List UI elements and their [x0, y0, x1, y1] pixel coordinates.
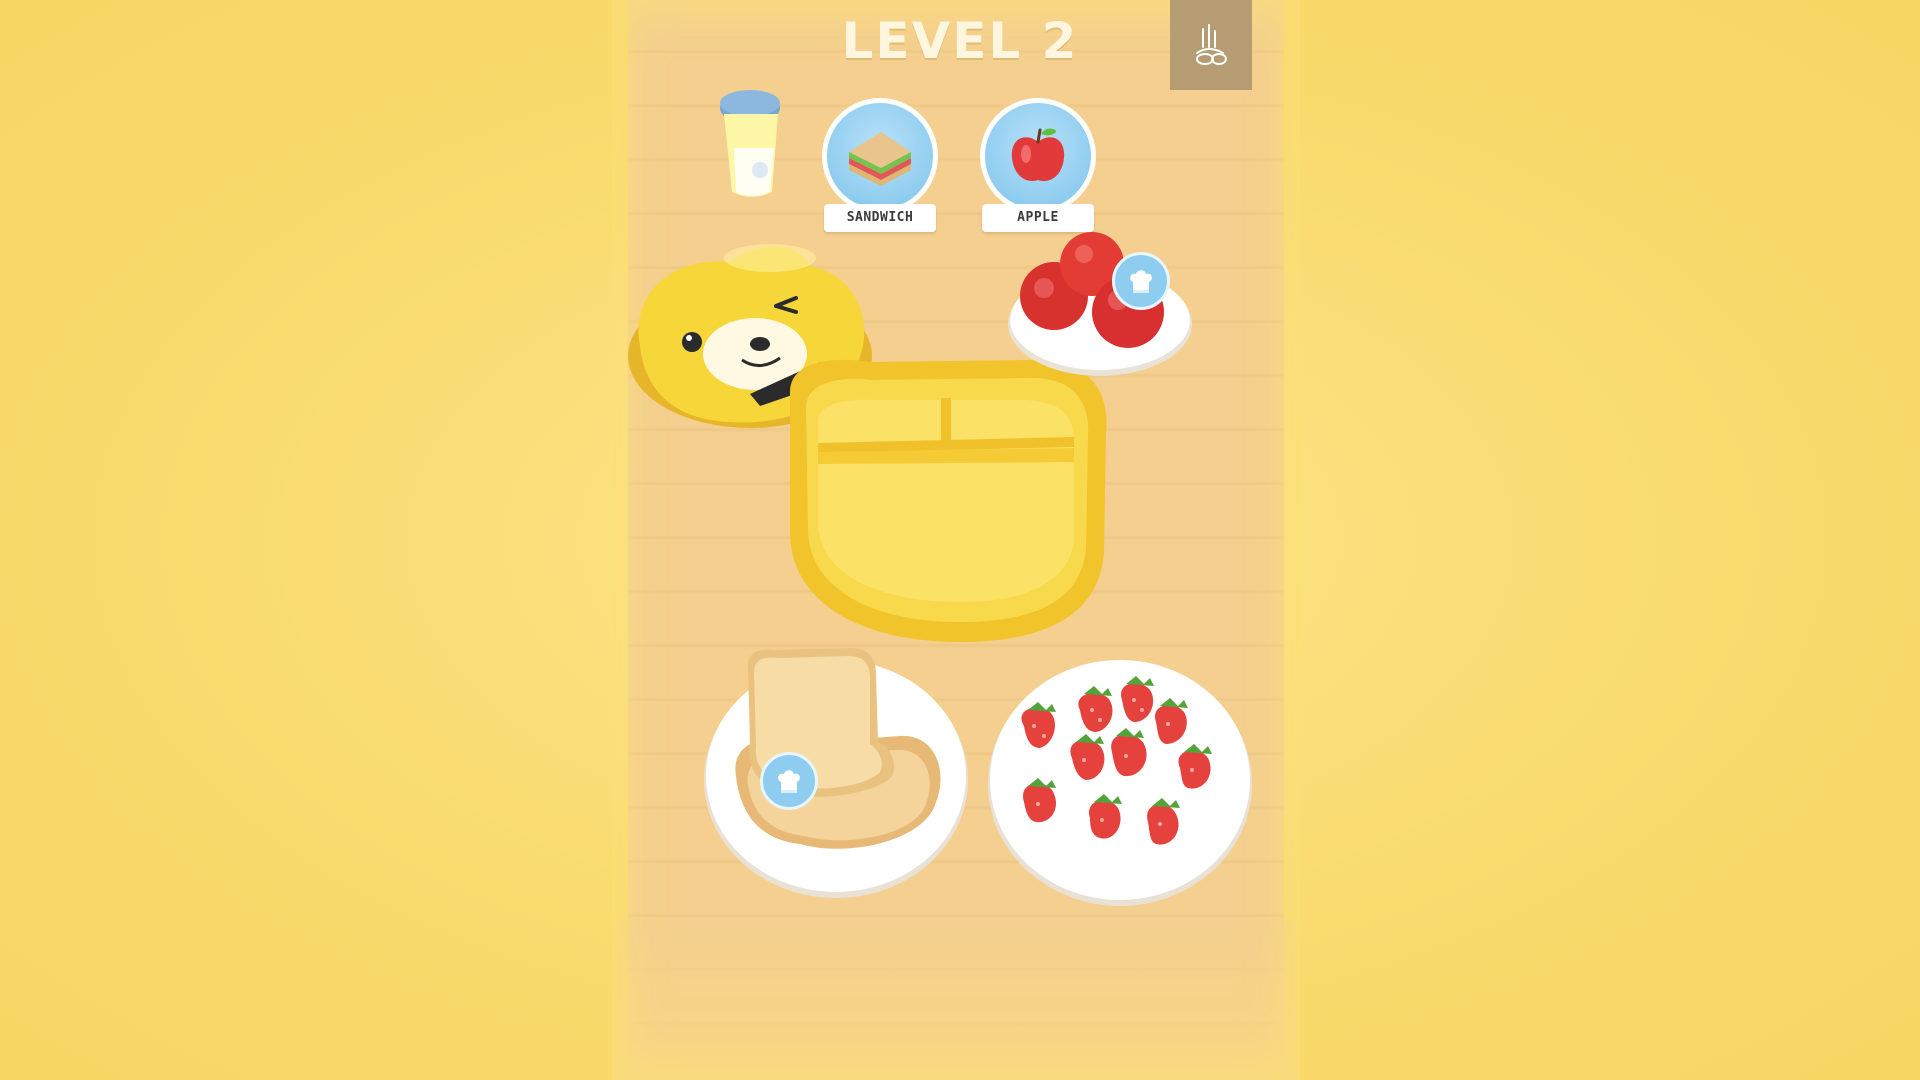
- order-apple: APPLE: [980, 98, 1100, 232]
- sandwich-icon: [849, 132, 911, 186]
- apple-icon: [1011, 128, 1065, 182]
- order-label: SANDWICH: [824, 204, 936, 232]
- settings-button[interactable]: [1170, 0, 1252, 90]
- order-bubble: [822, 98, 938, 214]
- chef-hat-icon: [1130, 270, 1152, 293]
- table-bottom-shade: [616, 920, 1296, 1080]
- bread-plate[interactable]: [700, 644, 972, 900]
- strawberry-plate[interactable]: [984, 652, 1256, 908]
- order-bubble: [980, 98, 1096, 214]
- chef-hat-badge: [1112, 252, 1170, 310]
- chef-hat-badge: [760, 752, 818, 810]
- settings-icon: [1196, 24, 1227, 65]
- chef-hat-icon: [778, 770, 800, 793]
- lunchbox-tray[interactable]: [770, 352, 1120, 648]
- order-sandwich: SANDWICH: [822, 98, 942, 232]
- level-title: LEVEL 2: [841, 12, 1079, 70]
- apple-plate[interactable]: [1000, 228, 1200, 378]
- drink-cup[interactable]: [712, 88, 792, 208]
